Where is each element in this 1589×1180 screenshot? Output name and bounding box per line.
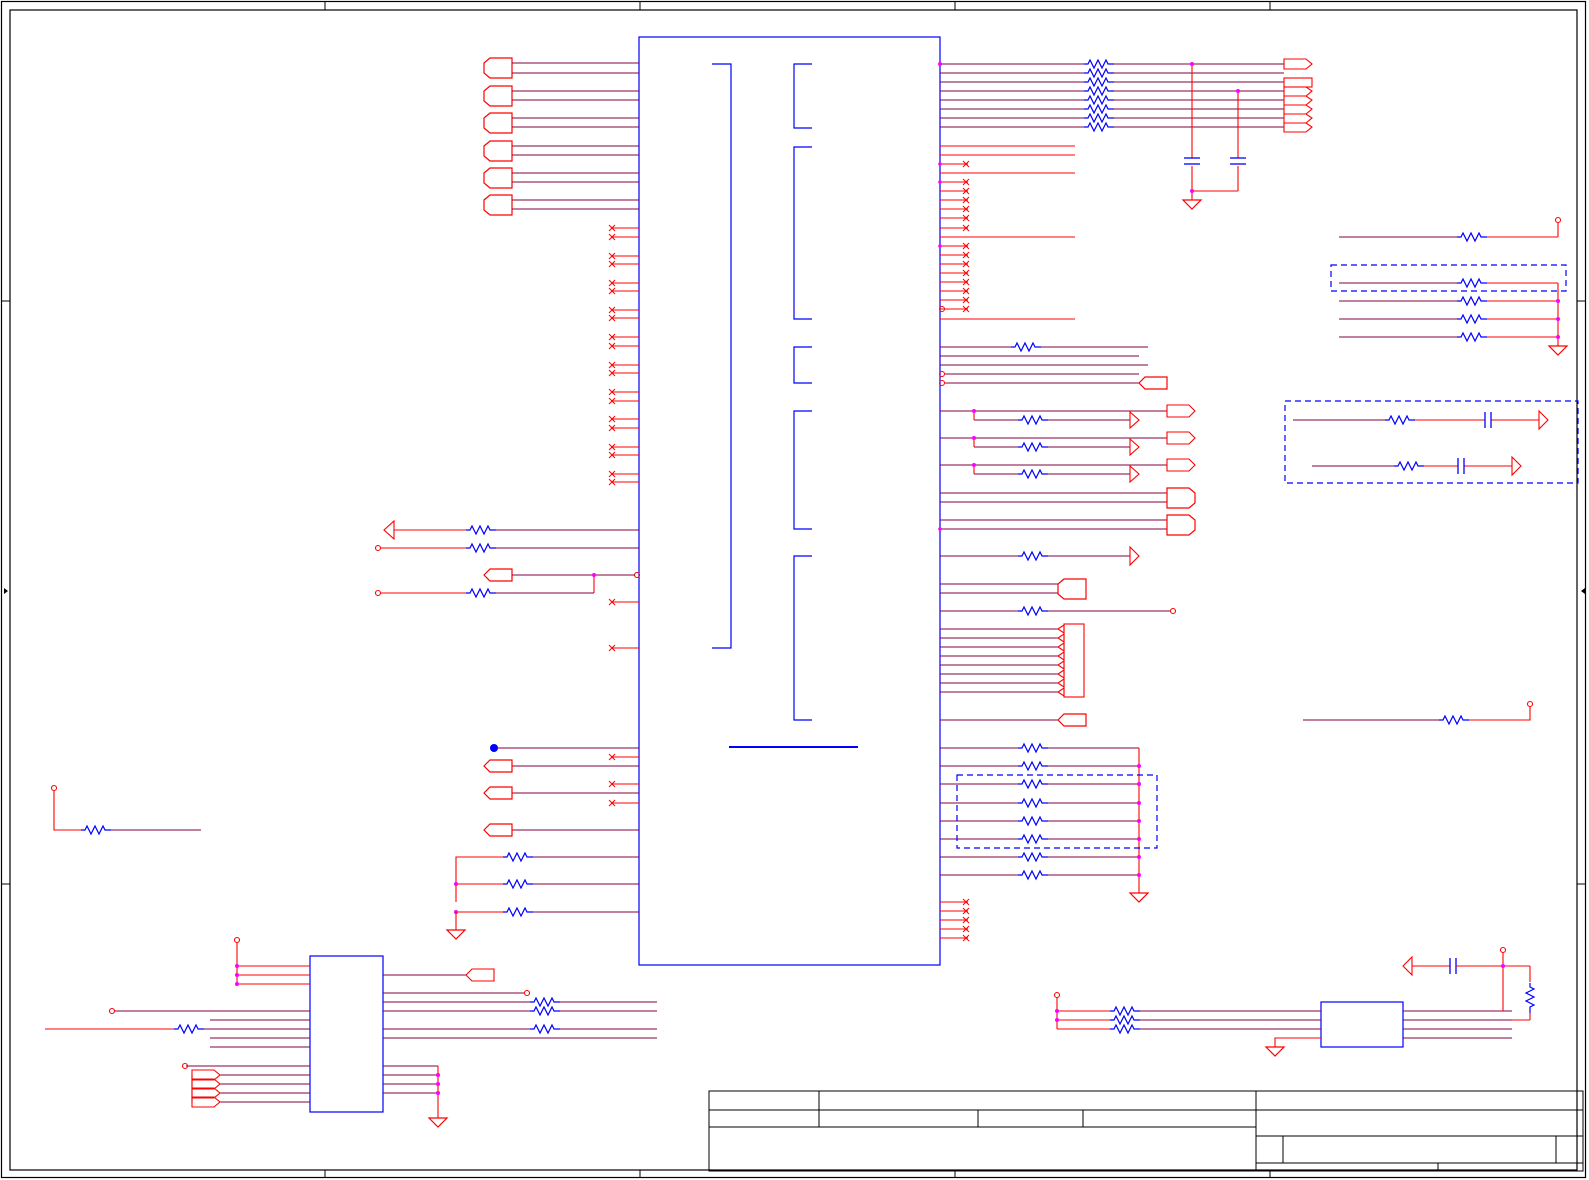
ground-icon bbox=[1548, 345, 1568, 356]
ground-icon bbox=[1182, 199, 1202, 210]
resistor-icon bbox=[465, 525, 497, 598]
lower-left-ic bbox=[45, 936, 657, 1128]
junction-dot-icon bbox=[490, 744, 498, 752]
left-diff-inputs bbox=[483, 57, 639, 216]
main-ic bbox=[638, 36, 941, 966]
right-series-resistor-bank bbox=[938, 58, 1313, 210]
far-left-pullup bbox=[50, 784, 201, 835]
resistor-icon bbox=[1083, 59, 1115, 132]
group-box bbox=[956, 774, 1158, 849]
right-rc-filter-group bbox=[1284, 400, 1579, 484]
left-nc-pins bbox=[608, 224, 639, 486]
ground-icon bbox=[428, 1117, 448, 1128]
ground-icon bbox=[446, 929, 466, 940]
ground-icon bbox=[1265, 1046, 1285, 1057]
left-control-nets bbox=[374, 519, 641, 652]
resistor-icon bbox=[1017, 743, 1049, 880]
capacitor-icon bbox=[1184, 157, 1246, 165]
ground-icon bbox=[1129, 892, 1149, 903]
group-box bbox=[1330, 264, 1567, 292]
group-box bbox=[1284, 400, 1579, 484]
right-nc-and-nets bbox=[938, 145, 1196, 942]
schematic-sheet bbox=[0, 0, 1587, 1179]
title-block bbox=[708, 1090, 1584, 1172]
lower-right-ic bbox=[1053, 946, 1535, 1057]
right-single-pullup bbox=[1303, 700, 1534, 725]
left-lower-nets bbox=[446, 744, 639, 940]
right-pullup-group bbox=[1330, 216, 1568, 356]
resistor-icon bbox=[502, 852, 534, 917]
